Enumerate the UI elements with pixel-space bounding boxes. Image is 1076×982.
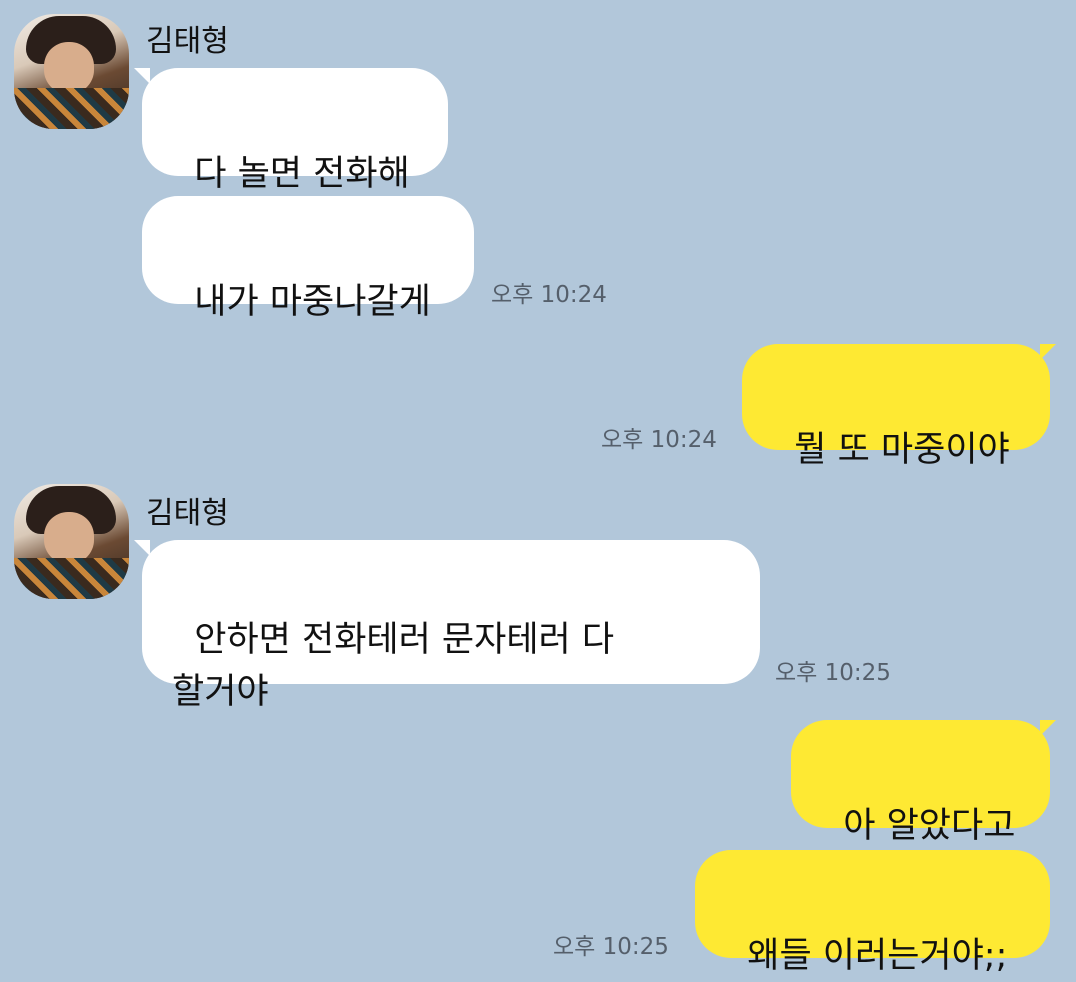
message-bubble-outgoing[interactable]: 왜들 이러는거야;; — [695, 850, 1050, 976]
bubble-tail — [1040, 344, 1056, 360]
message-time: 오후 10:24 — [491, 282, 607, 308]
avatar[interactable] — [14, 484, 129, 599]
message-time: 오후 10:24 — [601, 427, 717, 453]
sender-name: 김태형 — [146, 24, 229, 59]
message-text: 안하면 전화테러 문자테러 다 할거야 — [172, 620, 615, 712]
message-time: 오후 10:25 — [553, 934, 669, 960]
message-text: 뭘 또 마중이야 — [794, 430, 1010, 470]
message-bubble-incoming[interactable]: 안하면 전화테러 문자테러 다 할거야 — [142, 540, 760, 712]
message-bubble-incoming[interactable]: 내가 마중나갈게 — [142, 196, 474, 322]
avatar[interactable] — [14, 14, 129, 129]
message-time: 오후 10:25 — [775, 660, 891, 686]
message-text: 아 알았다고 — [843, 806, 1016, 846]
message-text: 내가 마중나갈게 — [194, 282, 431, 322]
message-bubble-outgoing[interactable]: 아 알았다고 — [791, 720, 1050, 846]
sender-name: 김태형 — [146, 496, 229, 531]
bubble-tail — [134, 540, 150, 556]
message-bubble-incoming[interactable]: 다 놀면 전화해 — [142, 68, 448, 194]
message-text: 왜들 이러는거야;; — [747, 936, 1008, 976]
message-bubble-outgoing[interactable]: 뭘 또 마중이야 — [742, 344, 1050, 470]
message-text: 다 놀면 전화해 — [194, 154, 410, 194]
bubble-tail — [134, 68, 150, 84]
bubble-tail — [1040, 720, 1056, 736]
